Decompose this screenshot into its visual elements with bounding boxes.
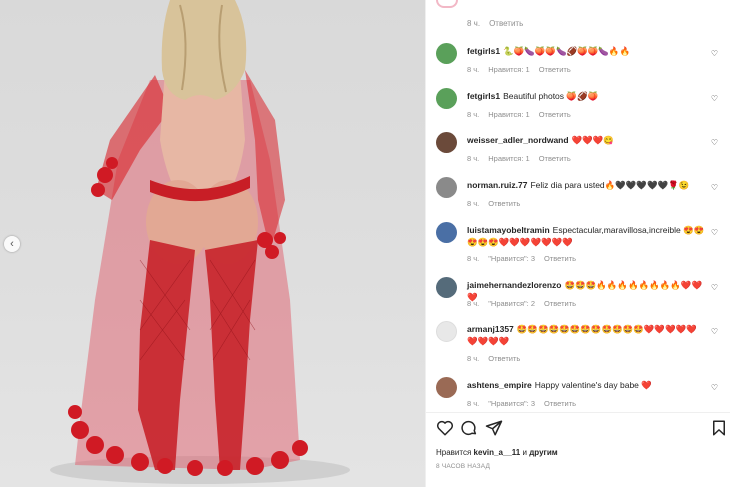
comment-username[interactable]: fetgirls1 bbox=[467, 91, 500, 101]
reply-button[interactable]: Ответить bbox=[488, 199, 520, 208]
comment-body: ❤️❤️❤️😋 bbox=[571, 135, 614, 145]
comment-body: Happy valentine's day babe ❤️ bbox=[534, 380, 652, 390]
likes-count-button[interactable]: "Нравится": 3 bbox=[488, 399, 535, 408]
heart-icon[interactable] bbox=[436, 419, 454, 437]
comment-text: armanj1357 🤩🤩🤩🤩🤩🤩🤩🤩🤩🤩🤩🤩❤️❤️❤️❤️❤️❤️❤️❤️❤️ bbox=[467, 323, 705, 347]
heart-icon[interactable]: ♡ bbox=[711, 327, 718, 336]
reply-button[interactable]: Ответить bbox=[544, 254, 576, 263]
comment-time: 8 ч. bbox=[467, 399, 480, 408]
reply-button[interactable]: Ответить bbox=[539, 65, 571, 74]
comment-meta: 8 ч. "Нравится": 3 Ответить bbox=[467, 399, 576, 408]
comment-text: norman.ruiz.77 Feliz dia para usted🔥🖤🖤🖤🖤🖤… bbox=[467, 179, 705, 191]
comment-meta: 8 ч. Нравится: 1 Ответить bbox=[467, 110, 571, 119]
reply-button[interactable]: Ответить bbox=[488, 354, 520, 363]
avatar[interactable] bbox=[436, 321, 457, 342]
comment-username[interactable]: jaimehernandezlorenzo bbox=[467, 280, 561, 290]
heart-icon[interactable]: ♡ bbox=[711, 94, 718, 103]
heart-icon[interactable]: ♡ bbox=[711, 283, 718, 292]
post-timestamp[interactable]: 8 часов назад bbox=[436, 463, 490, 470]
comment-body: 🐍🍑🍆🍑🍑🍆🏈🍑🍑🍆🔥🔥 bbox=[503, 46, 631, 56]
avatar[interactable] bbox=[436, 43, 457, 64]
comment-text: weisser_adler_nordwand ❤️❤️❤️😋 bbox=[467, 134, 705, 146]
previous-photo-button[interactable]: ‹ bbox=[4, 236, 20, 252]
likes-summary: Нравится kevin_a__11 и другим bbox=[436, 448, 558, 457]
comment-meta: 8 ч. Нравится: 1 Ответить bbox=[467, 154, 571, 163]
comment-body: Beautiful photos 🍑🏈🍑 bbox=[503, 91, 599, 101]
likes-others-button[interactable]: другим bbox=[529, 448, 557, 457]
heart-icon[interactable]: ♡ bbox=[711, 383, 718, 392]
reply-button[interactable]: Ответить bbox=[489, 19, 523, 28]
bookmark-icon[interactable] bbox=[710, 419, 728, 437]
comment-time: 8 ч. bbox=[467, 19, 481, 28]
comment-meta: 8 ч. "Нравится": 3 Ответить bbox=[467, 254, 576, 263]
comment-username[interactable]: norman.ruiz.77 bbox=[467, 180, 527, 190]
heart-icon[interactable]: ♡ bbox=[711, 228, 718, 237]
likes-count-button[interactable]: Нравится: 1 bbox=[488, 65, 529, 74]
photo-illustration bbox=[50, 0, 350, 484]
avatar[interactable] bbox=[436, 88, 457, 109]
heart-icon[interactable]: ♡ bbox=[711, 183, 718, 192]
reply-button[interactable]: Ответить bbox=[539, 110, 571, 119]
comments-panel: 8 ч. Ответить fetgirls1 🐍🍑🍆🍑🍑🍆🏈🍑🍑🍆🔥🔥 8 ч.… bbox=[425, 0, 730, 487]
reply-button[interactable]: Ответить bbox=[544, 299, 576, 308]
avatar[interactable] bbox=[436, 277, 457, 298]
comment-time: 8 ч. bbox=[467, 199, 480, 208]
chevron-left-icon: ‹ bbox=[10, 237, 14, 250]
comment-icon[interactable] bbox=[460, 419, 478, 437]
comment-username[interactable]: luistamayobeltramin bbox=[467, 225, 550, 235]
comment-username[interactable]: fetgirls1 bbox=[467, 46, 500, 56]
comment-text: fetgirls1 🐍🍑🍆🍑🍑🍆🏈🍑🍑🍆🔥🔥 bbox=[467, 45, 705, 57]
comment-username[interactable]: ashtens_empire bbox=[467, 380, 532, 390]
liker-username[interactable]: kevin_a__11 bbox=[474, 448, 521, 457]
comment-username[interactable]: weisser_adler_nordwand bbox=[467, 135, 569, 145]
likes-count-button[interactable]: Нравится: 1 bbox=[488, 154, 529, 163]
likes-prefix: Нравится bbox=[436, 448, 472, 457]
avatar[interactable] bbox=[436, 377, 457, 398]
likes-count-button[interactable]: "Нравится": 3 bbox=[488, 254, 535, 263]
avatar[interactable] bbox=[436, 132, 457, 153]
comment-body: Feliz dia para usted🔥🖤🖤🖤🖤🖤🌹😉 bbox=[530, 180, 690, 190]
comment-time: 8 ч. bbox=[467, 65, 480, 74]
avatar[interactable] bbox=[436, 177, 457, 198]
likes-connector: и bbox=[522, 448, 527, 457]
heart-icon[interactable]: ♡ bbox=[711, 138, 718, 147]
comment-time: 8 ч. bbox=[467, 110, 480, 119]
send-icon[interactable] bbox=[485, 419, 503, 437]
likes-count-button[interactable]: Нравится: 1 bbox=[488, 110, 529, 119]
comment-meta: 8 ч. Ответить bbox=[467, 354, 520, 363]
comment-time: 8 ч. bbox=[467, 154, 480, 163]
avatar[interactable] bbox=[436, 0, 458, 8]
reply-button[interactable]: Ответить bbox=[544, 399, 576, 408]
comment-text: fetgirls1 Beautiful photos 🍑🏈🍑 bbox=[467, 90, 705, 102]
comment-meta: 8 ч. Нравится: 1 Ответить bbox=[467, 65, 571, 74]
comment-text: luistamayobeltramin Espectacular,maravill… bbox=[467, 224, 705, 248]
heart-icon[interactable]: ♡ bbox=[711, 49, 718, 58]
reply-button[interactable]: Ответить bbox=[539, 154, 571, 163]
comment-time: 8 ч. bbox=[467, 254, 480, 263]
divider bbox=[426, 412, 730, 413]
comment-username[interactable]: armanj1357 bbox=[467, 324, 514, 334]
comment-meta: 8 ч. Ответить bbox=[467, 199, 520, 208]
comment-time: 8 ч. bbox=[467, 354, 480, 363]
comment-text: ashtens_empire Happy valentine's day babe… bbox=[467, 379, 705, 391]
avatar[interactable] bbox=[436, 222, 457, 243]
likes-count-button[interactable]: "Нравится": 2 bbox=[488, 299, 535, 308]
comment-meta: 8 ч. Ответить bbox=[467, 19, 523, 28]
post-photo: ‹ bbox=[0, 0, 425, 487]
comment-time: 8 ч. bbox=[467, 299, 480, 308]
post-actions bbox=[436, 419, 726, 439]
comment-meta: 8 ч. "Нравится": 2 Ответить bbox=[467, 299, 576, 308]
